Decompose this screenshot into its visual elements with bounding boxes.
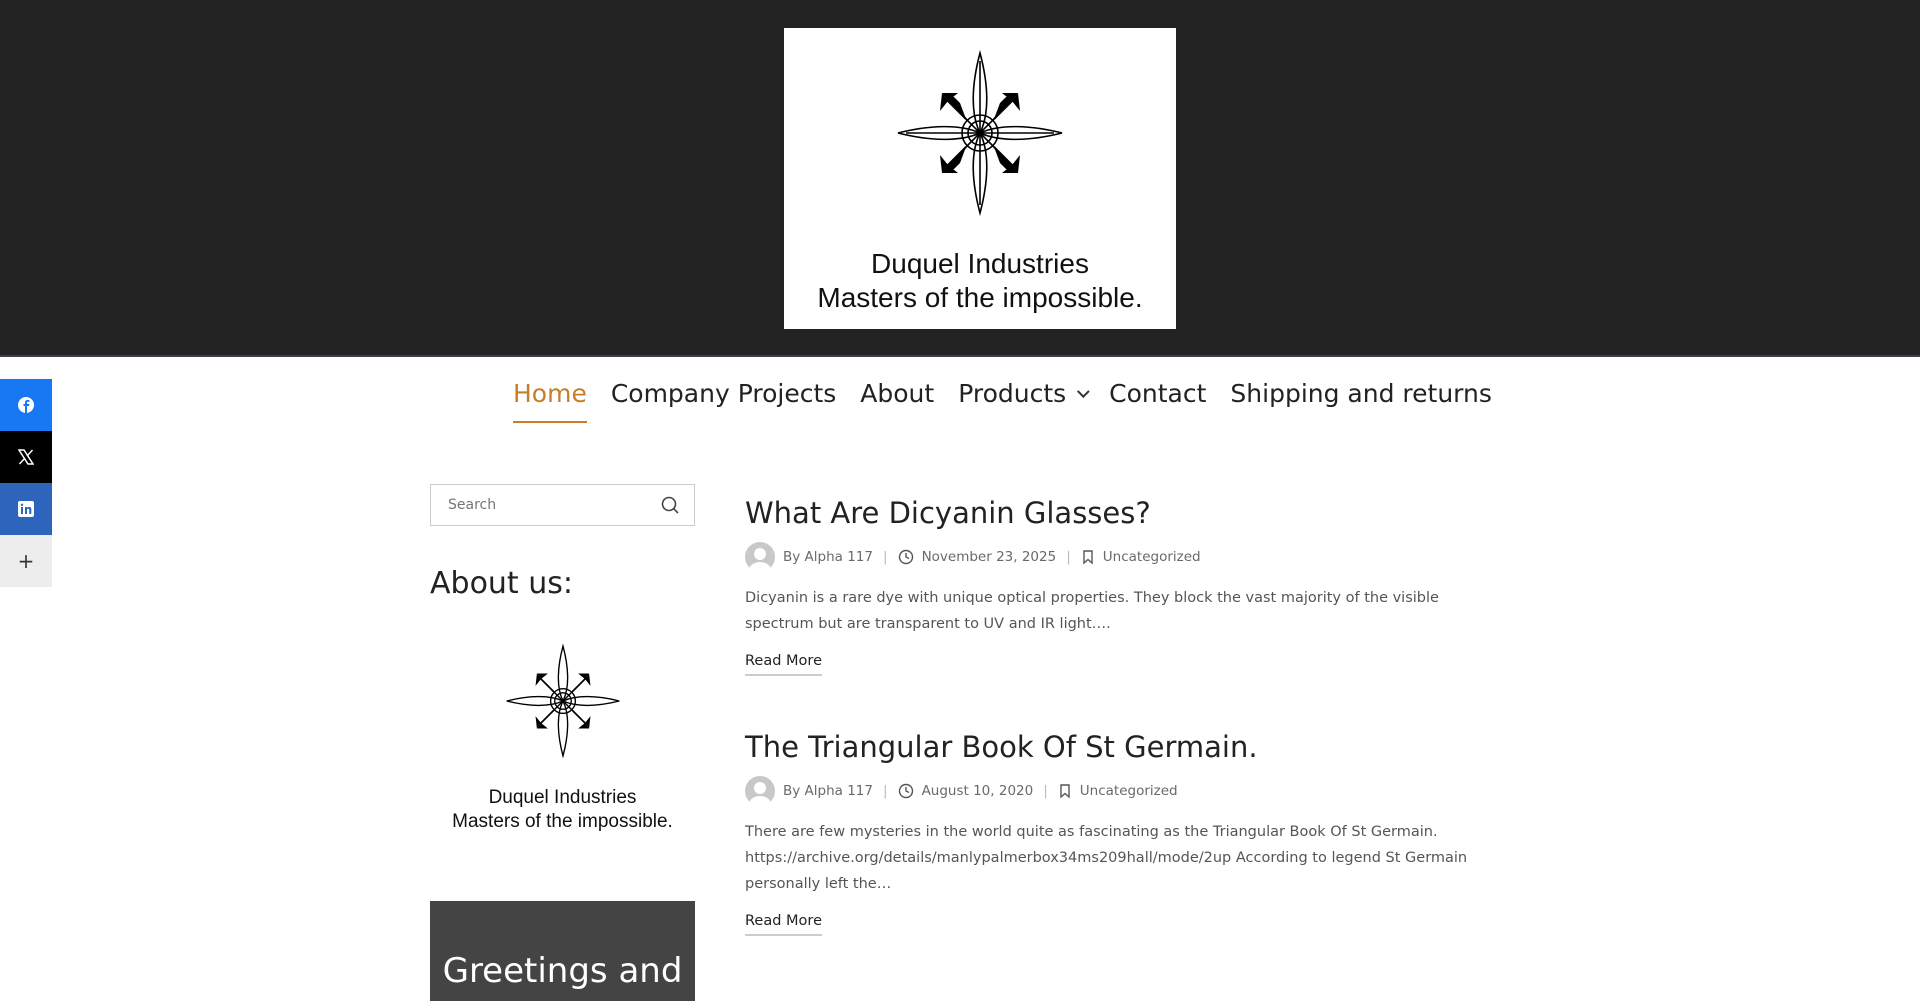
bookmark-icon bbox=[1058, 783, 1072, 799]
clock-icon bbox=[898, 549, 914, 565]
post-item: What Are Dicyanin Glasses? By Alpha 117 … bbox=[745, 492, 1495, 676]
meta-separator: | bbox=[1066, 549, 1071, 565]
avatar[interactable] bbox=[745, 776, 775, 806]
post-author[interactable]: By Alpha 117 bbox=[783, 549, 873, 565]
nav-item-products[interactable]: Products bbox=[958, 378, 1090, 421]
greeting-text: Greetings and bbox=[442, 951, 683, 991]
post-title[interactable]: What Are Dicyanin Glasses? bbox=[745, 492, 1495, 534]
sidebar-tagline: Masters of the impossible. bbox=[452, 811, 673, 832]
search-input[interactable] bbox=[431, 485, 641, 525]
post-category[interactable]: Uncategorized bbox=[1103, 549, 1201, 565]
about-us-heading: About us: bbox=[430, 566, 573, 601]
meta-separator: | bbox=[883, 549, 888, 565]
bookmark-icon bbox=[1081, 549, 1095, 565]
clock-icon bbox=[898, 783, 914, 799]
read-more-link[interactable]: Read More bbox=[745, 651, 822, 676]
greeting-banner: Greetings and bbox=[430, 901, 695, 1001]
linkedin-icon bbox=[18, 501, 34, 517]
plus-icon: + bbox=[17, 549, 35, 573]
post-date[interactable]: August 10, 2020 bbox=[922, 783, 1034, 799]
post-meta: By Alpha 117 | August 10, 2020 | Uncateg… bbox=[745, 775, 1495, 807]
nav-item-home[interactable]: Home bbox=[513, 378, 587, 423]
search-box bbox=[430, 484, 695, 526]
sidebar-logo-text: Duquel Industries Masters of the impossi… bbox=[430, 786, 695, 834]
compass-star-logo-icon bbox=[506, 643, 619, 759]
post-list: What Are Dicyanin Glasses? By Alpha 117 … bbox=[745, 492, 1495, 936]
linkedin-share-button[interactable] bbox=[0, 483, 52, 535]
nav-item-contact[interactable]: Contact bbox=[1109, 378, 1206, 421]
post-item: The Triangular Book Of St Germain. By Al… bbox=[745, 726, 1495, 936]
logo-brand-name: Duquel Industries bbox=[871, 248, 1089, 279]
post-title[interactable]: The Triangular Book Of St Germain. bbox=[745, 726, 1495, 768]
nav-item-company-projects[interactable]: Company Projects bbox=[611, 378, 836, 421]
post-author[interactable]: By Alpha 117 bbox=[783, 783, 873, 799]
facebook-share-button[interactable] bbox=[0, 379, 52, 431]
logo-text: Duquel Industries Masters of the impossi… bbox=[784, 247, 1176, 315]
x-icon bbox=[18, 449, 34, 465]
post-category[interactable]: Uncategorized bbox=[1080, 783, 1178, 799]
nav-item-about[interactable]: About bbox=[860, 378, 934, 421]
logo-tagline: Masters of the impossible. bbox=[817, 282, 1143, 313]
x-share-button[interactable] bbox=[0, 431, 52, 483]
post-date[interactable]: November 23, 2025 bbox=[922, 549, 1057, 565]
search-icon[interactable] bbox=[661, 496, 679, 514]
chevron-down-icon bbox=[1077, 384, 1090, 398]
site-logo[interactable]: Duquel Industries Masters of the impossi… bbox=[784, 28, 1176, 329]
post-meta: By Alpha 117 | November 23, 2025 | Uncat… bbox=[745, 541, 1495, 573]
nav-item-shipping-returns[interactable]: Shipping and returns bbox=[1230, 378, 1491, 421]
nav-item-products-label: Products bbox=[958, 379, 1067, 408]
compass-star-logo-icon bbox=[897, 50, 1063, 216]
meta-separator: | bbox=[1043, 783, 1048, 799]
sidebar-logo: Duquel Industries Masters of the impossi… bbox=[430, 643, 695, 834]
read-more-link[interactable]: Read More bbox=[745, 911, 822, 936]
facebook-icon bbox=[18, 397, 34, 413]
post-excerpt: Dicyanin is a rare dye with unique optic… bbox=[745, 590, 1439, 632]
more-share-button[interactable]: + bbox=[0, 535, 52, 587]
meta-separator: | bbox=[883, 783, 888, 799]
main-navigation: Home Company Projects About Products Con… bbox=[513, 378, 1492, 423]
social-share-bar: + bbox=[0, 379, 52, 587]
sidebar: About us: bbox=[430, 484, 695, 1001]
post-excerpt: There are few mysteries in the world qui… bbox=[745, 824, 1468, 892]
site-header: Duquel Industries Masters of the impossi… bbox=[0, 0, 1920, 357]
avatar[interactable] bbox=[745, 542, 775, 572]
sidebar-brand-name: Duquel Industries bbox=[488, 787, 637, 808]
